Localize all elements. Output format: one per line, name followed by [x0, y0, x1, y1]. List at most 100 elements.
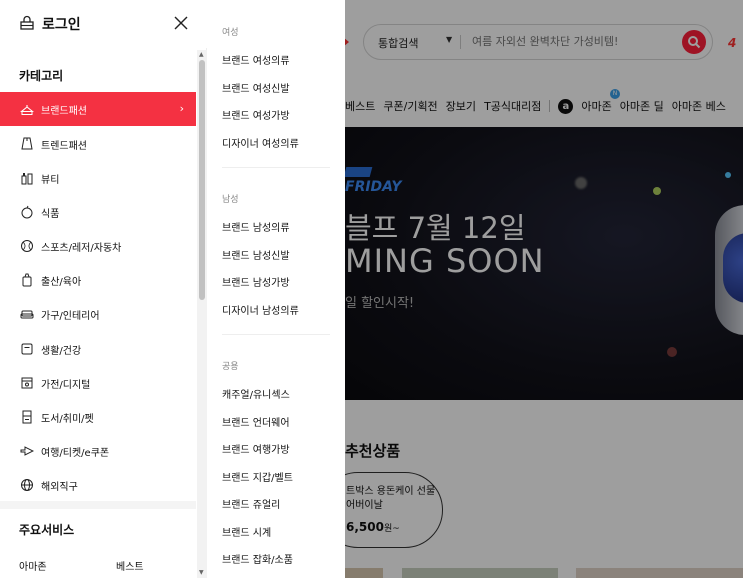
subcategory-divider: [222, 334, 330, 335]
subcategory-item[interactable]: 브랜드 여성가방: [222, 107, 290, 122]
subcategory-item[interactable]: 브랜드 남성의류: [222, 219, 290, 234]
search-input[interactable]: [472, 35, 672, 48]
category-label: 출산/육아: [41, 276, 82, 288]
category-label: 트렌드패션: [41, 140, 87, 152]
category-item-books[interactable]: 도서/취미/펫: [0, 400, 196, 434]
subcategory-item[interactable]: 브랜드 남성신발: [222, 247, 290, 262]
banner-coming-soon: MING SOON: [345, 242, 545, 280]
gnb-item[interactable]: 베스트: [345, 98, 375, 114]
subcategory-item[interactable]: 브랜드 시계: [222, 524, 271, 539]
gnb-item[interactable]: 장보기: [446, 98, 476, 114]
sofa-icon: [19, 306, 35, 322]
category-item-living[interactable]: 생활/건강: [0, 332, 196, 366]
category-item-sports[interactable]: 스포츠/레저/자동차: [0, 229, 196, 263]
services-heading: 주요서비스: [19, 523, 75, 537]
subcategory-group-unisex: 공용: [222, 362, 239, 372]
header-edge-text: 4: [728, 36, 737, 50]
gnb-item[interactable]: 아마존 딜: [620, 98, 664, 114]
subcategory-item[interactable]: 브랜드 잡화/소품: [222, 551, 293, 566]
search-icon: [688, 36, 701, 49]
recommended-product-price: 6,500원~: [346, 520, 400, 534]
subcategory-item[interactable]: 브랜드 언더웨어: [222, 414, 290, 429]
scroll-down-icon[interactable]: ▼: [199, 569, 204, 576]
recommended-product-name: 트박스 용돈케이 선물 어버이날: [346, 486, 436, 511]
category-list[interactable]: 카테고리 브랜드패션 › 트렌드패션 뷰티 식품 스포츠/레저/자동차 출산/육…: [0, 48, 207, 578]
category-item-food[interactable]: 식품: [0, 195, 196, 229]
category-item-furniture[interactable]: 가구/인테리어: [0, 297, 196, 331]
hanger-icon: [19, 101, 35, 117]
banner-subtitle: 일 할인시작!: [345, 296, 415, 311]
category-item-baby[interactable]: 출산/육아: [0, 263, 196, 297]
search-type-select[interactable]: 통합검색: [378, 35, 418, 51]
subcategory-group-men: 남성: [222, 195, 239, 205]
banner-tag: [345, 167, 373, 177]
category-label: 가전/디지털: [41, 379, 91, 391]
subcategory-item[interactable]: 브랜드 쥬얼리: [222, 496, 280, 511]
category-label: 해외직구: [41, 481, 78, 493]
drawer-header: 로그인: [0, 0, 207, 48]
banner-friday-label: FRIDAY: [345, 179, 402, 195]
new-badge: N: [610, 89, 620, 99]
close-icon[interactable]: [172, 14, 190, 32]
price-value: 6,500: [346, 520, 384, 534]
subcategory-item[interactable]: 브랜드 여성신발: [222, 80, 290, 95]
search-button[interactable]: [682, 30, 706, 54]
category-item-beauty[interactable]: 뷰티: [0, 161, 196, 195]
subcategory-item[interactable]: 디자이너 여성의류: [222, 135, 299, 150]
category-label: 여행/티켓/e쿠폰: [41, 447, 110, 459]
subcategory-panel: 여성 브랜드 여성의류 브랜드 여성신발 브랜드 여성가방 디자이너 여성의류 …: [207, 0, 345, 578]
recommended-title: 추천상품: [345, 442, 401, 460]
watch-image: [715, 205, 743, 335]
caret-down-icon: ▼: [446, 35, 453, 44]
subcategory-item[interactable]: 브랜드 여성의류: [222, 52, 290, 67]
lock-icon: [20, 15, 34, 30]
product-thumbnail[interactable]: [402, 568, 558, 578]
baby-bottle-icon: [19, 272, 35, 288]
amazon-logo-icon: a: [558, 98, 574, 114]
service-item-best[interactable]: 베스트: [116, 558, 144, 573]
service-item-amazon[interactable]: 아마존: [19, 558, 47, 573]
ticket-icon: [19, 443, 35, 459]
category-label: 생활/건강: [41, 345, 82, 357]
gnb-item[interactable]: 쿠폰/기획전: [383, 98, 437, 114]
gnb-item[interactable]: T공식대리점: [484, 98, 541, 114]
product-thumbnail[interactable]: [345, 568, 383, 578]
search-separator: [460, 35, 461, 49]
bokeh-decoration: [653, 187, 661, 195]
category-label: 식품: [41, 208, 60, 220]
category-item-travel[interactable]: 여행/티켓/e쿠폰: [0, 434, 196, 468]
subcategory-item[interactable]: 캐주얼/유니섹스: [222, 386, 290, 401]
apple-icon: [19, 204, 35, 220]
promo-banner[interactable]: FRIDAY 블프 7월 12일 MING SOON 일 할인시작!: [345, 127, 743, 400]
subcategory-item[interactable]: 브랜드 남성가방: [222, 274, 290, 289]
scrollbar-thumb[interactable]: [199, 60, 205, 300]
category-item-global[interactable]: 해외직구: [0, 468, 196, 502]
scroll-up-icon[interactable]: ▲: [199, 51, 204, 58]
subcategory-divider: [222, 167, 330, 168]
globe-icon: [19, 477, 35, 493]
category-item-brand-fashion[interactable]: 브랜드패션 ›: [0, 92, 196, 126]
category-scrollbar[interactable]: ▲ ▼: [197, 50, 207, 578]
category-drawer: 로그인 카테고리 브랜드패션 › 트렌드패션 뷰티 식품 스포츠/레저/자동차 …: [0, 0, 345, 578]
watch-face: [723, 233, 743, 303]
category-item-electronics[interactable]: 가전/디지털: [0, 366, 196, 400]
subcategory-item[interactable]: 브랜드 지갑/벨트: [222, 469, 293, 484]
gnb-item[interactable]: 아마존 베스: [672, 98, 726, 114]
subcategory-item[interactable]: 디자이너 남성의류: [222, 302, 299, 317]
category-label: 도서/취미/펫: [41, 413, 94, 425]
box-icon: [19, 341, 35, 357]
cosmetics-icon: [19, 170, 35, 186]
global-nav: 베스트 쿠폰/기획전 장보기 T공식대리점 a 아마존 아마존 딜 아마존 베스…: [345, 89, 734, 116]
ball-icon: [19, 238, 35, 254]
bokeh-decoration: [667, 347, 677, 357]
category-item-trend-fashion[interactable]: 트렌드패션: [0, 127, 196, 161]
subcategory-item[interactable]: 브랜드 여행가방: [222, 441, 290, 456]
login-link[interactable]: 로그인: [42, 14, 81, 34]
category-heading: 카테고리: [19, 69, 64, 83]
gnb-item[interactable]: 아마존: [581, 98, 611, 114]
chevron-right-icon: ›: [179, 102, 184, 115]
category-label: 브랜드패션: [41, 105, 87, 117]
category-label: 스포츠/레저/자동차: [41, 242, 122, 254]
search-bar[interactable]: 통합검색 ▼: [363, 24, 713, 60]
product-thumbnail[interactable]: [576, 568, 743, 578]
